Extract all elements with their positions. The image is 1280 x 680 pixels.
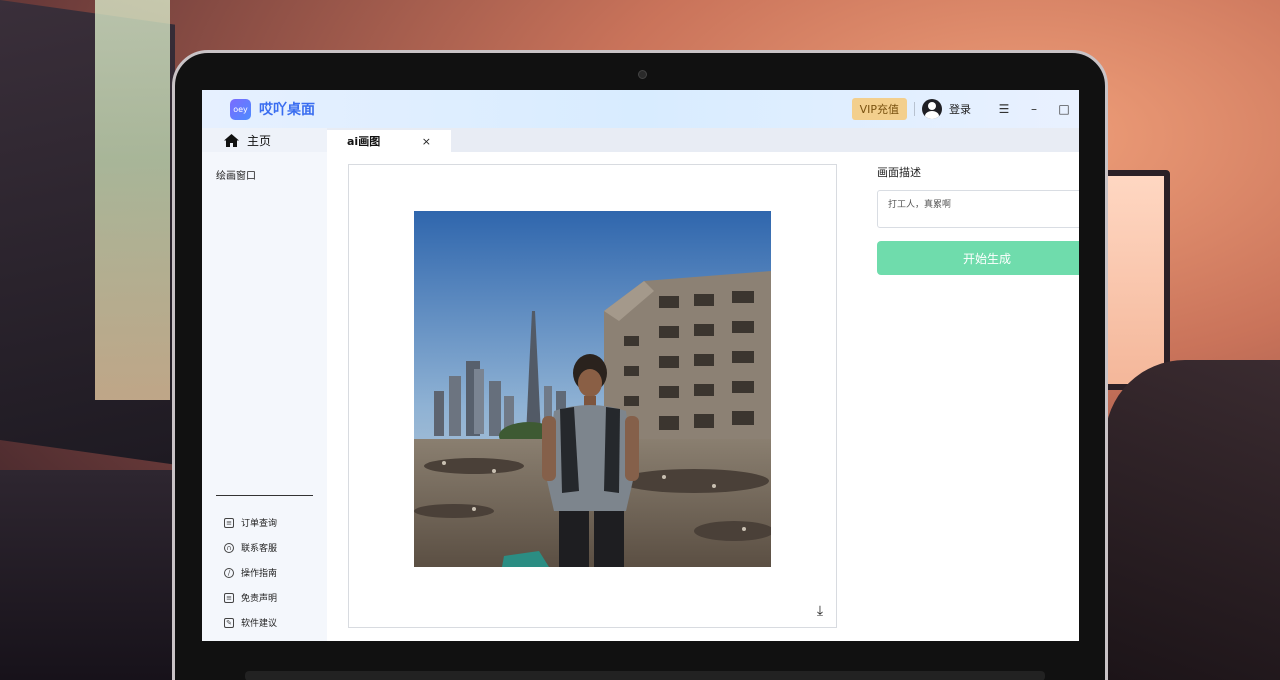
download-icon[interactable]: ⤓ xyxy=(811,602,829,620)
close-icon[interactable]: × xyxy=(422,135,431,148)
headset-icon: ∩ xyxy=(224,542,234,553)
sidebar-item-home[interactable]: 主页 xyxy=(202,128,327,152)
sidebar: 主页 绘画窗口 ≡ 订单查询 ∩ 联系客服 / 操作指南 ≡ 免责声明 ✎ 软件… xyxy=(202,128,327,641)
tab-ai-drawing[interactable]: ai画图 × xyxy=(327,130,451,152)
description-label: 画面描述 xyxy=(877,166,921,179)
generate-button[interactable]: 开始生成 xyxy=(877,241,1079,275)
description-input[interactable]: 打工人，真累啊 xyxy=(877,190,1079,228)
generated-image-illustration xyxy=(414,211,771,567)
laptop-frame: oey 哎吖桌面 VIP充值 登录 ☰ – □ 主页 绘画窗口 ≡ 订单查询 ∩… xyxy=(172,50,1108,680)
avatar-icon[interactable] xyxy=(922,99,942,119)
edit-icon: ✎ xyxy=(224,617,234,628)
app-logo-icon: oey xyxy=(230,98,251,120)
background-chair-right xyxy=(1105,360,1280,680)
sidebar-item-label: 操作指南 xyxy=(241,569,278,579)
sidebar-item-feedback[interactable]: ✎ 软件建议 xyxy=(224,610,277,635)
sidebar-item-label: 主页 xyxy=(247,133,272,148)
login-button[interactable]: 登录 xyxy=(949,101,971,117)
background-desk-left xyxy=(0,470,175,680)
sidebar-item-label: 软件建议 xyxy=(241,619,278,629)
title-bar-actions: VIP充值 登录 ☰ – □ xyxy=(851,90,1079,128)
sidebar-item-guide[interactable]: / 操作指南 xyxy=(224,560,277,585)
sidebar-links: ≡ 订单查询 ∩ 联系客服 / 操作指南 ≡ 免责声明 ✎ 软件建议 xyxy=(224,510,277,635)
image-canvas: ⤓ xyxy=(348,164,837,628)
tab-label: ai画图 xyxy=(347,135,381,148)
title-bar: oey 哎吖桌面 VIP充值 登录 ☰ – □ xyxy=(202,90,1079,128)
camera-icon xyxy=(638,70,647,79)
minimize-icon[interactable]: – xyxy=(1019,102,1049,116)
app-window: oey 哎吖桌面 VIP充值 登录 ☰ – □ 主页 绘画窗口 ≡ 订单查询 ∩… xyxy=(202,90,1079,641)
vip-recharge-button[interactable]: VIP充值 xyxy=(851,98,907,120)
maximize-icon[interactable]: □ xyxy=(1049,102,1079,116)
laptop-hinge xyxy=(245,671,1045,680)
sidebar-item-drawing-window[interactable]: 绘画窗口 xyxy=(216,167,327,182)
title-divider xyxy=(914,102,915,116)
prompt-panel: 画面描述 打工人，真累啊 开始生成 xyxy=(877,164,1079,275)
tab-bar: ai画图 × xyxy=(327,128,1079,152)
order-icon: ≡ xyxy=(224,517,234,528)
app-name: 哎吖桌面 xyxy=(259,102,315,118)
sidebar-item-orders[interactable]: ≡ 订单查询 xyxy=(224,510,277,535)
sidebar-item-label: 免责声明 xyxy=(241,594,278,604)
background-monitor-screen xyxy=(95,0,170,400)
generated-image[interactable] xyxy=(414,211,771,567)
sidebar-item-label: 订单查询 xyxy=(241,519,278,529)
home-icon xyxy=(224,133,239,147)
menu-icon[interactable]: ☰ xyxy=(989,102,1019,116)
sidebar-item-disclaimer[interactable]: ≡ 免责声明 xyxy=(224,585,277,610)
sidebar-divider xyxy=(216,495,313,496)
sidebar-item-support[interactable]: ∩ 联系客服 xyxy=(224,535,277,560)
document-icon: ≡ xyxy=(224,592,234,603)
sidebar-item-label: 联系客服 xyxy=(241,544,278,554)
compass-icon: / xyxy=(224,567,234,578)
background-monitor-right xyxy=(1102,170,1170,390)
